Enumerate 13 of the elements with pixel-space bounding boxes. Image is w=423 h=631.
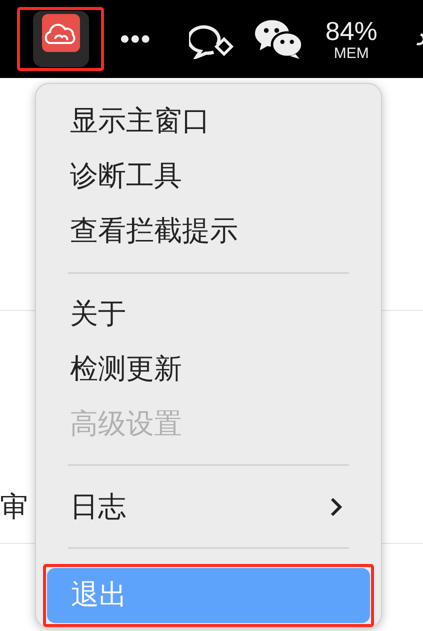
menu-item[interactable]: 日志 xyxy=(46,479,371,534)
menu-item[interactable]: 查看拦截提示 xyxy=(46,204,371,259)
partial-icon[interactable] xyxy=(415,32,423,46)
chat-bubbles-icon[interactable] xyxy=(254,18,304,60)
cloud-app-icon[interactable] xyxy=(32,11,89,67)
menu-item[interactable]: 诊断工具 xyxy=(46,148,371,204)
menu-item[interactable]: 显示主窗口 xyxy=(46,94,371,149)
menu-item[interactable]: 关于 xyxy=(46,286,371,342)
memory-label: MEM xyxy=(334,46,369,60)
menu-item[interactable]: 检测更新 xyxy=(46,341,371,396)
memory-percentage: 84% xyxy=(325,18,378,44)
background-text: 审 xyxy=(0,490,28,524)
more-icon[interactable] xyxy=(120,34,151,44)
